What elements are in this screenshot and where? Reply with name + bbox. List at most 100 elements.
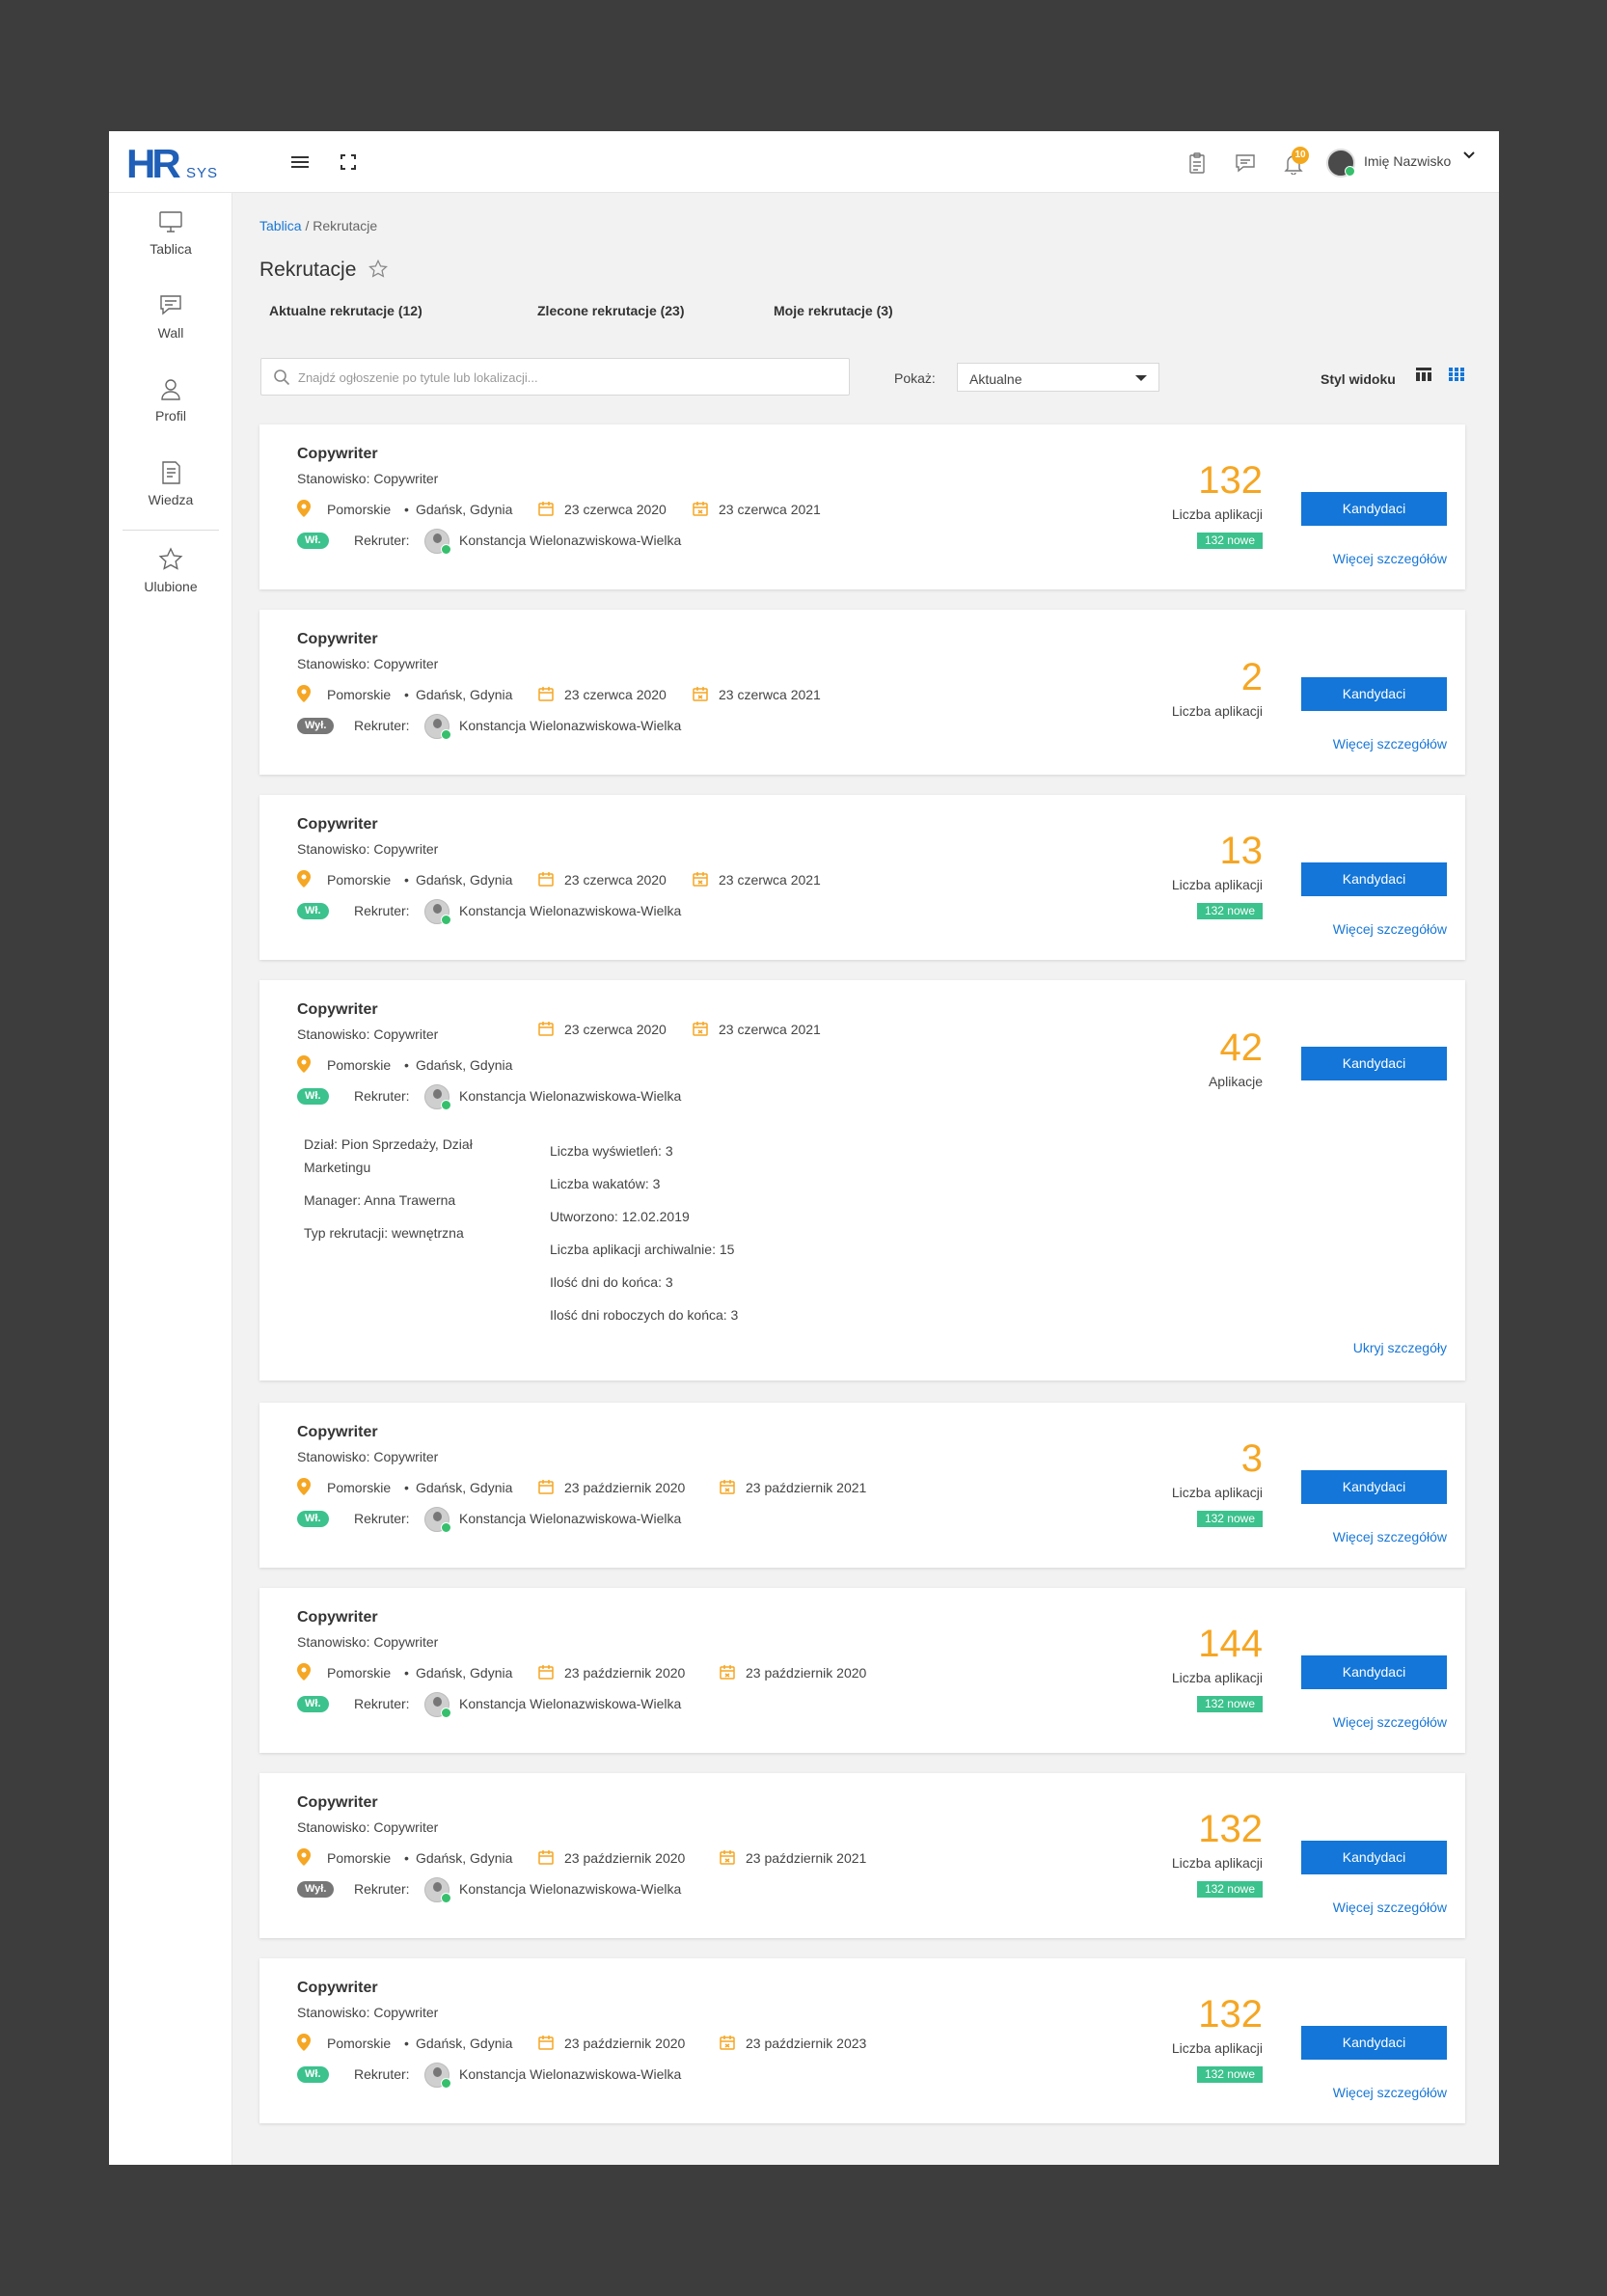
sidebar-item-label: Wall — [157, 325, 184, 341]
hamburger-menu-icon[interactable] — [287, 150, 313, 175]
card-date-start: 23 czerwca 2020 — [564, 872, 667, 888]
recruiter-avatar — [424, 1507, 451, 1533]
card-meta-row: Pomorskie • Gdańsk, Gdynia 23 październi… — [297, 2034, 972, 2053]
candidates-button[interactable]: Kandydaci — [1301, 1047, 1447, 1080]
status-badge[interactable]: Wł. — [297, 1696, 329, 1712]
favorite-star-icon[interactable] — [368, 259, 389, 286]
sidebar-item-label: Tablica — [150, 241, 192, 257]
new-applications-badge: 132 nowe — [1196, 903, 1263, 919]
card-date-start: 23 październik 2020 — [564, 1665, 686, 1681]
more-details-link[interactable]: Więcej szczegółów — [1333, 1714, 1447, 1730]
card-meta-row: Pomorskie • Gdańsk, Gdynia 23 październi… — [297, 1478, 972, 1497]
recruitment-card: Copywriter Stanowisko: Copywriter Pomors… — [259, 610, 1465, 775]
filter-label: Pokaż: — [894, 370, 936, 386]
grid-view-icon[interactable] — [1449, 368, 1466, 383]
recruitment-card: Copywriter Stanowisko: Copywriter Pomors… — [259, 424, 1465, 589]
sidebar-item-ulubione[interactable]: Ulubione — [109, 546, 232, 596]
card-meta-row: Pomorskie • Gdańsk, Gdynia 23 czerwca 20… — [297, 500, 876, 519]
card-date-end: 23 październik 2023 — [746, 2036, 867, 2051]
application-count-label: Liczba aplikacji — [1171, 506, 1263, 522]
card-position: Stanowisko: Copywriter — [297, 471, 439, 486]
card-region: Pomorskie — [327, 2036, 392, 2051]
more-details-link[interactable]: Więcej szczegółów — [1333, 2085, 1447, 2100]
user-name[interactable]: Imię Nazwisko — [1364, 153, 1451, 169]
detail-department-cont: Marketingu — [304, 1160, 371, 1175]
more-details-link[interactable]: Więcej szczegółów — [1333, 551, 1447, 566]
location-pin-icon — [297, 1478, 311, 1495]
card-date-end: 23 czerwca 2021 — [719, 872, 821, 888]
page-title: Rekrutacje — [259, 259, 357, 281]
card-city: Gdańsk, Gdynia — [416, 872, 513, 888]
application-count: 132 — [1198, 1993, 1263, 2036]
table-view-icon[interactable] — [1416, 368, 1433, 383]
status-badge[interactable]: Wł. — [297, 533, 329, 549]
recruiter-avatar — [424, 1877, 451, 1903]
user-avatar[interactable] — [1326, 149, 1355, 178]
status-badge[interactable]: Wł. — [297, 903, 329, 919]
clipboard-icon[interactable] — [1185, 150, 1210, 176]
candidates-button[interactable]: Kandydaci — [1301, 677, 1447, 711]
more-details-link[interactable]: Więcej szczegółów — [1333, 736, 1447, 752]
chat-icon — [157, 292, 184, 319]
card-title: Copywriter — [297, 1001, 378, 1018]
view-style-label: Styl widoku — [1321, 371, 1396, 387]
recruiter-name: Konstancja Wielonazwiskowa-Wielka — [459, 1088, 682, 1104]
status-badge[interactable]: Wł. — [297, 1511, 329, 1527]
card-city: Gdańsk, Gdynia — [416, 687, 513, 702]
recruiter-label: Rekruter: — [354, 2066, 410, 2082]
card-location-row: Pomorskie • Gdańsk, Gdynia — [297, 1055, 586, 1075]
status-badge[interactable]: Wł. — [297, 1088, 329, 1105]
bullet: • — [404, 1480, 409, 1495]
more-details-link[interactable]: Więcej szczegółów — [1333, 921, 1447, 937]
card-date-start: 23 październik 2020 — [564, 1850, 686, 1866]
application-count-label: Liczba aplikacji — [1171, 1485, 1263, 1500]
sidebar-item-tablica[interactable]: Tablica — [109, 208, 232, 259]
recruiter-name: Konstancja Wielonazwiskowa-Wielka — [459, 2066, 682, 2082]
detail-manager: Manager: Anna Trawerna — [304, 1192, 456, 1208]
candidates-button[interactable]: Kandydaci — [1301, 1655, 1447, 1689]
tab-moje[interactable]: Moje rekrutacje (3) — [774, 303, 893, 318]
candidates-button[interactable]: Kandydaci — [1301, 2026, 1447, 2060]
tab-zlecone[interactable]: Zlecone rekrutacje (23) — [537, 303, 685, 318]
calendar-start-icon — [538, 2035, 554, 2050]
sidebar-item-wiedza[interactable]: Wiedza — [109, 459, 232, 509]
bullet: • — [404, 2036, 409, 2051]
sidebar-item-profil[interactable]: Profil — [109, 375, 232, 425]
sidebar-item-label: Ulubione — [144, 579, 198, 594]
status-badge[interactable]: Wył. — [297, 1881, 335, 1898]
messages-icon[interactable] — [1233, 150, 1258, 176]
recruiter-avatar — [424, 529, 451, 555]
candidates-button[interactable]: Kandydaci — [1301, 862, 1447, 896]
calendar-end-icon — [693, 501, 708, 516]
hide-details-link[interactable]: Ukryj szczegóły — [1353, 1340, 1447, 1355]
status-badge[interactable]: Wył. — [297, 718, 335, 734]
recruiter-label: Rekruter: — [354, 718, 410, 733]
card-date-end: 23 październik 2021 — [746, 1480, 867, 1495]
calendar-end-icon — [720, 1849, 735, 1865]
more-details-link[interactable]: Więcej szczegółów — [1333, 1900, 1447, 1915]
filter-select-value: Aktualne — [969, 371, 1022, 387]
calendar-start-icon — [538, 871, 554, 887]
application-count-label: Liczba aplikacji — [1171, 1855, 1263, 1871]
sidebar-item-wall[interactable]: Wall — [109, 292, 232, 342]
more-details-link[interactable]: Więcej szczegółów — [1333, 1529, 1447, 1544]
tab-aktualne[interactable]: Aktualne rekrutacje (12) — [269, 303, 422, 318]
search-input[interactable] — [298, 365, 838, 390]
candidates-button[interactable]: Kandydaci — [1301, 1470, 1447, 1504]
hrsys-logo[interactable]: HR SYS — [126, 144, 223, 184]
new-applications-badge: 132 nowe — [1196, 2066, 1263, 2083]
card-date-end: 23 październik 2020 — [746, 1665, 867, 1681]
application-count: 13 — [1219, 830, 1264, 872]
recruiter-name: Konstancja Wielonazwiskowa-Wielka — [459, 718, 682, 733]
candidates-button[interactable]: Kandydaci — [1301, 1841, 1447, 1874]
candidates-button[interactable]: Kandydaci — [1301, 492, 1447, 526]
recruitment-card: Copywriter Stanowisko: Copywriter Pomors… — [259, 795, 1465, 960]
breadcrumb-link-tablica[interactable]: Tablica — [259, 218, 302, 233]
status-badge[interactable]: Wł. — [297, 2066, 329, 2083]
chevron-down-icon[interactable] — [1462, 149, 1476, 165]
card-recruiter-row: Wł. Rekruter: Konstancja Wielonazwiskowa… — [297, 1084, 876, 1110]
card-recruiter-row: Wł. Rekruter: Konstancja Wielonazwiskowa… — [297, 899, 876, 925]
card-city: Gdańsk, Gdynia — [416, 502, 513, 517]
filter-select[interactable]: Aktualne — [957, 363, 1159, 392]
fullscreen-icon[interactable] — [336, 150, 361, 175]
